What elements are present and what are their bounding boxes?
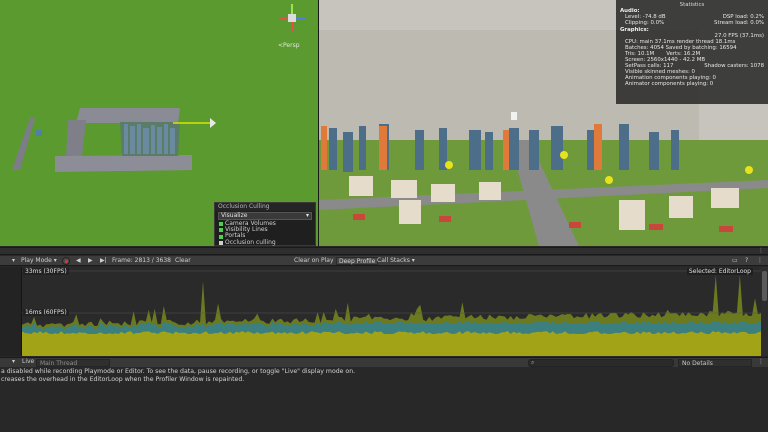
clear-on-play-button[interactable]: Clear on Play [294,257,334,265]
graph-area-main [22,331,761,356]
help-icon[interactable]: ? [745,257,748,265]
selected-sample-label: Selected: EditorLoop [686,268,753,275]
profiler-tab-strip: ⋮ [0,247,768,255]
stats-shadow-casters: Shadow casters: 1078 [704,63,764,69]
next-frame-icon[interactable]: ▶ [88,257,93,265]
stats-graphics-header: Graphics: [620,27,649,33]
wall-top [76,108,180,123]
game-view[interactable]: Statistics Audio: Level: -74.8 dB DSP lo… [319,0,768,246]
occlusion-panel-title: Occlusion Culling [215,203,315,211]
stats-animator: Animator components playing: 0 [625,81,714,87]
message-line: a disabled while recording Playmode or E… [1,368,356,375]
stats-stream-load: Stream load: 0.0% [714,20,764,26]
profiler-details-bar: ▾ Live Main Thread ⌕ No Details ⋮ [0,357,768,367]
checkbox-icon [219,240,223,245]
occlusion-culling-panel: Occlusion Culling Visualize ▾ Camera Vol… [214,202,316,246]
scrollbar-thumb[interactable] [762,271,767,301]
more-options-icon[interactable]: ⋮ [758,358,764,366]
call-stacks-dropdown[interactable]: Call Stacks ▾ [377,257,415,265]
message-line: creases the overhead in the EditorLoop w… [1,375,245,383]
clear-button[interactable]: Clear [175,257,191,265]
occlusion-culling-toggle[interactable]: Occlusion culling [215,238,315,246]
profiler-graph-area: 33ms (30FPS) 16ms (60FPS) Selected: Edit… [0,267,768,356]
unity-editor: <Persp Occlusion Culling Visualize ▾ Cam… [0,0,768,432]
occlusion-mode-dropdown[interactable]: Visualize ▾ [218,212,312,220]
statistics-panel: Statistics Audio: Level: -74.8 dB DSP lo… [616,0,768,104]
graph-scrollbar[interactable] [761,267,768,356]
wall-left [66,120,86,156]
chevron-down-icon: ▾ [305,212,309,219]
search-input[interactable]: ⌕ [528,359,674,367]
checkbox-icon [219,234,223,239]
stats-clipping: Clipping: 0.0% [625,20,665,26]
occlusion-mode-value: Visualize [221,212,248,219]
prev-frame-icon[interactable]: ◀ [76,257,81,265]
modules-dropdown-icon[interactable]: ▾ [12,257,15,265]
profiler-toolbar: ▾ Play Mode ▾ ◀ ▶ ▶| Frame: 2813 / 3638 … [0,256,768,266]
collapse-icon[interactable]: ▾ [12,358,15,366]
deep-profile-button[interactable]: Deep Profile [336,257,379,265]
thread-label: Main Thread [40,360,78,367]
profiler-chart-legend [0,267,22,356]
details-dropdown[interactable]: No Details [678,359,752,367]
option-label: Occlusion culling [225,238,276,246]
play-mode-label: Play Mode [21,257,52,264]
profiler-message-area: a disabled while recording Playmode or E… [0,368,768,432]
label-33ms: 33ms (30FPS) [23,268,69,275]
cpu-graph-svg [22,270,761,356]
details-label: No Details [682,360,713,367]
axis-gizmo-icon [279,4,305,32]
wall-bottom [55,155,192,172]
load-icon[interactable]: ▭ [732,257,738,265]
record-button[interactable] [62,257,70,265]
current-frame-icon[interactable]: ▶| [100,257,107,265]
persp-label[interactable]: <Persp [278,42,300,49]
frame-counter: Frame: 2813 / 3638 [112,257,171,264]
thread-dropdown[interactable]: Main Thread [36,359,110,367]
search-icon: ⌕ [531,359,535,366]
more-options-icon[interactable]: ⋮ [758,247,764,254]
play-mode-dropdown[interactable]: Play Mode ▾ [21,257,57,265]
scene-view[interactable]: <Persp Occlusion Culling Visualize ▾ Cam… [0,0,318,246]
cpu-usage-chart[interactable]: 33ms (30FPS) 16ms (60FPS) Selected: Edit… [22,267,761,356]
checkbox-icon [219,228,223,233]
more-options-icon[interactable]: ⋮ [757,257,763,265]
call-stacks-label: Call Stacks [377,257,410,264]
label-16ms: 16ms (60FPS) [23,309,69,316]
checkbox-icon [219,222,223,227]
live-toggle[interactable]: Live [22,358,34,366]
wall-left-far [12,118,35,170]
